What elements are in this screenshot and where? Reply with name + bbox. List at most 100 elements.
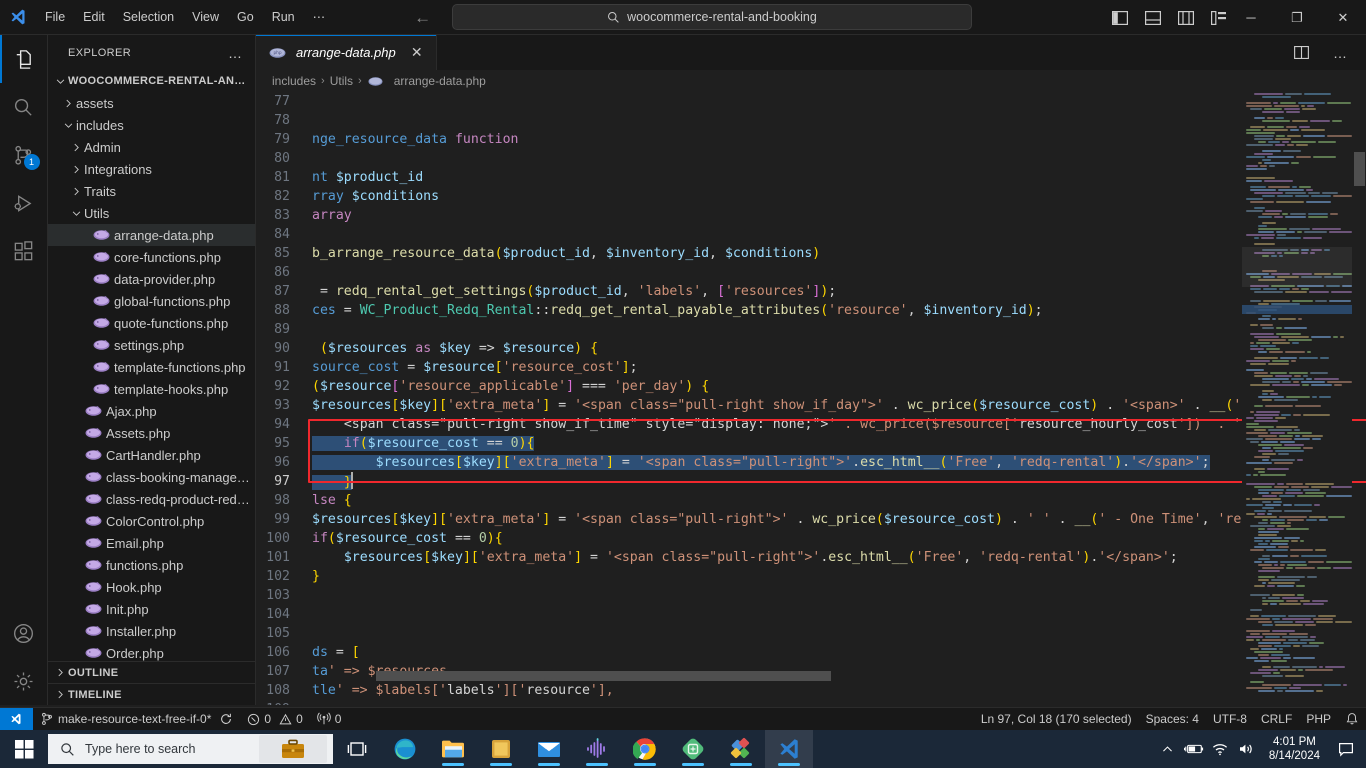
tree-folder-admin[interactable]: Admin — [48, 136, 255, 158]
breadcrumb-utils[interactable]: Utils — [330, 74, 353, 88]
code-line[interactable]: 85 b_arrange_resource_data($product_id, $… — [256, 244, 1366, 263]
line-content[interactable]: $resources[$key]['extra_meta'] = '<span … — [312, 510, 1241, 529]
code-line[interactable]: 79 nge_resource_data function — [256, 130, 1366, 149]
line-content[interactable]: $resources[$key]['extra_meta'] = '<span … — [312, 548, 1178, 567]
code-line[interactable]: 91 source_cost = $resource['resource_cost… — [256, 358, 1366, 377]
line-content[interactable]: ds = [ — [312, 643, 360, 662]
minimap[interactable] — [1242, 92, 1352, 705]
task-view-button[interactable] — [333, 730, 381, 768]
tree-folder-includes[interactable]: includes — [48, 114, 255, 136]
menu-selection[interactable]: Selection — [115, 6, 182, 28]
line-content[interactable]: if($resource_cost == 0){ — [312, 529, 503, 548]
customize-layout-icon[interactable] — [1209, 8, 1228, 27]
tree-file-quote-functions-php[interactable]: quote-functions.php — [48, 312, 255, 334]
more-actions-icon[interactable]: … — [1325, 45, 1356, 61]
status-indentation[interactable]: Spaces: 4 — [1139, 708, 1206, 731]
line-content[interactable]: b_arrange_resource_data($product_id, $in… — [312, 244, 820, 263]
toggle-panel-icon[interactable] — [1143, 8, 1162, 27]
tree-file-core-functions-php[interactable]: core-functions.php — [48, 246, 255, 268]
tree-folder-assets[interactable]: assets — [48, 92, 255, 114]
tree-file-carthandler-php[interactable]: CartHandler.php — [48, 444, 255, 466]
code-line[interactable]: 103 — [256, 586, 1366, 605]
code-editor[interactable]: 77 78 79 nge_resource_data function 80 81 nt $… — [256, 92, 1366, 705]
tree-folder-traits[interactable]: Traits — [48, 180, 255, 202]
activity-item-search[interactable] — [0, 83, 48, 131]
notification-icon[interactable] — [1330, 730, 1362, 768]
activity-item-explorer[interactable] — [0, 35, 48, 83]
horizontal-scrollbar-thumb[interactable] — [376, 671, 831, 681]
taskbar-item-mail[interactable] — [525, 730, 573, 768]
line-content[interactable]: } — [312, 567, 320, 586]
code-line[interactable]: 109 — [256, 700, 1366, 705]
minimap-slider[interactable] — [1242, 247, 1352, 287]
tree-file-colorcontrol-php[interactable]: ColorControl.php — [48, 510, 255, 532]
code-line[interactable]: 81 nt $product_id — [256, 168, 1366, 187]
tree-file-settings-php[interactable]: settings.php — [48, 334, 255, 356]
status-branch[interactable]: make-resource-text-free-if-0* — [33, 708, 240, 731]
line-content[interactable]: rray $conditions — [312, 187, 439, 206]
code-line[interactable]: 92 ($resource['resource_applicable'] === … — [256, 377, 1366, 396]
code-line[interactable]: 82 rray $conditions — [256, 187, 1366, 206]
toggle-secondary-sidebar-icon[interactable] — [1176, 8, 1195, 27]
status-encoding[interactable]: UTF-8 — [1206, 708, 1254, 731]
code-line[interactable]: 89 — [256, 320, 1366, 339]
volume-icon[interactable] — [1233, 730, 1259, 768]
status-problems[interactable]: 0 0 — [240, 708, 309, 731]
line-content[interactable]: lse { — [312, 491, 352, 510]
line-content[interactable]: if($resource_cost == 0){ — [312, 434, 535, 453]
tree-file-global-functions-php[interactable]: global-functions.php — [48, 290, 255, 312]
ellipsis-icon[interactable]: … — [220, 45, 251, 61]
tree-file-data-provider-php[interactable]: data-provider.php — [48, 268, 255, 290]
code-line[interactable]: 93 $resources[$key]['extra_meta'] = '<spa… — [256, 396, 1366, 415]
status-language-mode[interactable]: PHP — [1299, 708, 1338, 731]
tree-file-class-booking-manager-php[interactable]: class-booking-manager.php — [48, 466, 255, 488]
battery-charging-icon[interactable] — [1181, 730, 1207, 768]
code-line[interactable]: 108 tle' => $labels['labels']['resource']… — [256, 681, 1366, 700]
code-line[interactable]: 78 — [256, 111, 1366, 130]
code-line[interactable]: 96 $resources[$key]['extra_meta'] = '<sp… — [256, 453, 1366, 472]
line-content[interactable]: tle' => $labels['labels']['resource'], — [312, 681, 614, 700]
code-line[interactable]: 100 if($resource_cost == 0){ — [256, 529, 1366, 548]
breadcrumb-includes[interactable]: includes — [272, 74, 316, 88]
code-line[interactable]: 83 array — [256, 206, 1366, 225]
taskbar-item-google-chrome[interactable] — [621, 730, 669, 768]
line-content[interactable]: nge_resource_data function — [312, 130, 518, 149]
menu-view[interactable]: View — [184, 6, 227, 28]
line-content[interactable]: ces = WC_Product_Redq_Rental::redq_get_r… — [312, 301, 1043, 320]
tree-file-assets-php[interactable]: Assets.php — [48, 422, 255, 444]
taskbar-search-input[interactable]: Type here to search — [48, 734, 333, 764]
tree-file-template-functions-php[interactable]: template-functions.php — [48, 356, 255, 378]
line-content[interactable]: <span class="pull-right show_if_time" st… — [312, 415, 1241, 434]
code-line[interactable]: 99 $resources[$key]['extra_meta'] = '<spa… — [256, 510, 1366, 529]
editor-vertical-scrollbar[interactable] — [1352, 92, 1366, 705]
arrow-left-icon[interactable]: ← — [414, 9, 431, 26]
menu-go[interactable]: Go — [229, 6, 262, 28]
code-line[interactable]: 95 if($resource_cost == 0){ — [256, 434, 1366, 453]
code-line[interactable]: 84 — [256, 225, 1366, 244]
activity-item-manage[interactable] — [0, 657, 48, 705]
line-content[interactable]: nt $product_id — [312, 168, 423, 187]
tree-root-woocommerce-rental-and-booking[interactable]: WOOCOMMERCE-RENTAL-AND-... — [48, 70, 255, 92]
taskbar-item-microsoft-edge[interactable] — [381, 730, 429, 768]
activity-item-run-and-debug[interactable] — [0, 179, 48, 227]
code-line[interactable]: 94 <span class="pull-right show_if_time"… — [256, 415, 1366, 434]
menu-more[interactable]: ⋯ — [305, 6, 334, 28]
code-line[interactable]: 105 — [256, 624, 1366, 643]
status-notifications[interactable] — [1338, 708, 1366, 731]
tree-file-hook-php[interactable]: Hook.php — [48, 576, 255, 598]
maximize-button[interactable]: ❐ — [1274, 0, 1320, 35]
code-line[interactable]: 77 — [256, 92, 1366, 111]
taskbar-item-local-server[interactable] — [669, 730, 717, 768]
status-cursor-position[interactable]: Ln 97, Col 18 (170 selected) — [974, 708, 1139, 731]
status-ports[interactable]: 0 — [310, 708, 349, 731]
code-line[interactable]: 88 ces = WC_Product_Redq_Rental::redq_get… — [256, 301, 1366, 320]
command-center-search[interactable]: woocommerce-rental-and-booking — [452, 4, 972, 30]
tree-file-init-php[interactable]: Init.php — [48, 598, 255, 620]
line-content[interactable]: $resources[$key]['extra_meta'] = '<span … — [312, 453, 1210, 472]
code-line[interactable]: 86 — [256, 263, 1366, 282]
code-lines[interactable]: 77 78 79 nge_resource_data function 80 81 nt $… — [256, 92, 1366, 705]
tree-file-installer-php[interactable]: Installer.php — [48, 620, 255, 642]
tree-file-class-redq-product-redq-r[interactable]: class-redq-product-redq_r... — [48, 488, 255, 510]
line-content[interactable]: array — [312, 206, 352, 225]
menu-edit[interactable]: Edit — [75, 6, 113, 28]
